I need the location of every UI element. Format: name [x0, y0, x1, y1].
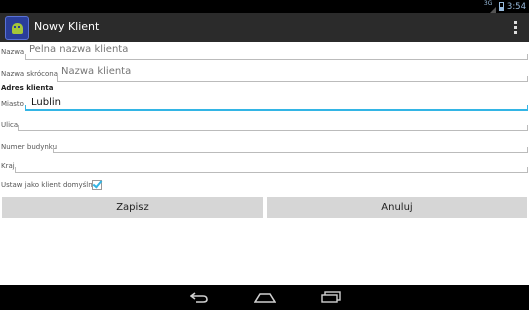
field-label-numer-budynku: Numer budynku	[1, 143, 58, 151]
field-label-ulica: Ulica	[1, 121, 19, 129]
navigation-bar	[0, 285, 529, 310]
ulica-underline	[18, 125, 528, 131]
nazwa-underline	[25, 54, 528, 60]
signal-label: 3G	[483, 0, 493, 7]
recent-apps-icon[interactable]	[321, 291, 341, 303]
status-time: 3:54	[506, 1, 526, 12]
save-button[interactable]: Zapisz	[2, 197, 263, 218]
field-label-miasto: Miasto	[1, 100, 24, 108]
nazwa-skrocona-underline	[57, 76, 528, 82]
numer-budynku-underline	[53, 147, 528, 153]
default-client-checkbox[interactable]	[92, 178, 103, 190]
field-label-kraj: Kraj	[1, 162, 15, 170]
back-icon[interactable]	[190, 292, 208, 303]
battery-icon	[498, 2, 504, 11]
default-client-label: Ustaw jako klient domyślny	[1, 181, 97, 189]
field-label-nazwa: Nazwa	[1, 48, 25, 56]
field-label-nazwa-skrocona: Nazwa skrócona	[1, 70, 59, 78]
home-icon[interactable]	[254, 292, 276, 303]
page-title: Nowy Klient	[34, 20, 100, 33]
status-icons: 3G 3:54	[483, 0, 526, 17]
miasto-underline	[25, 105, 528, 111]
address-section-title: Adres klienta	[1, 84, 54, 92]
cancel-button[interactable]: Anuluj	[267, 197, 527, 218]
kraj-underline	[15, 167, 528, 173]
app-icon[interactable]	[5, 16, 29, 40]
signal-icon: 3G	[483, 0, 496, 17]
status-bar: 3G 3:54	[0, 0, 529, 17]
checkmark-icon	[92, 178, 103, 189]
overflow-menu-icon[interactable]	[514, 21, 518, 35]
action-bar: Nowy Klient	[0, 13, 529, 42]
